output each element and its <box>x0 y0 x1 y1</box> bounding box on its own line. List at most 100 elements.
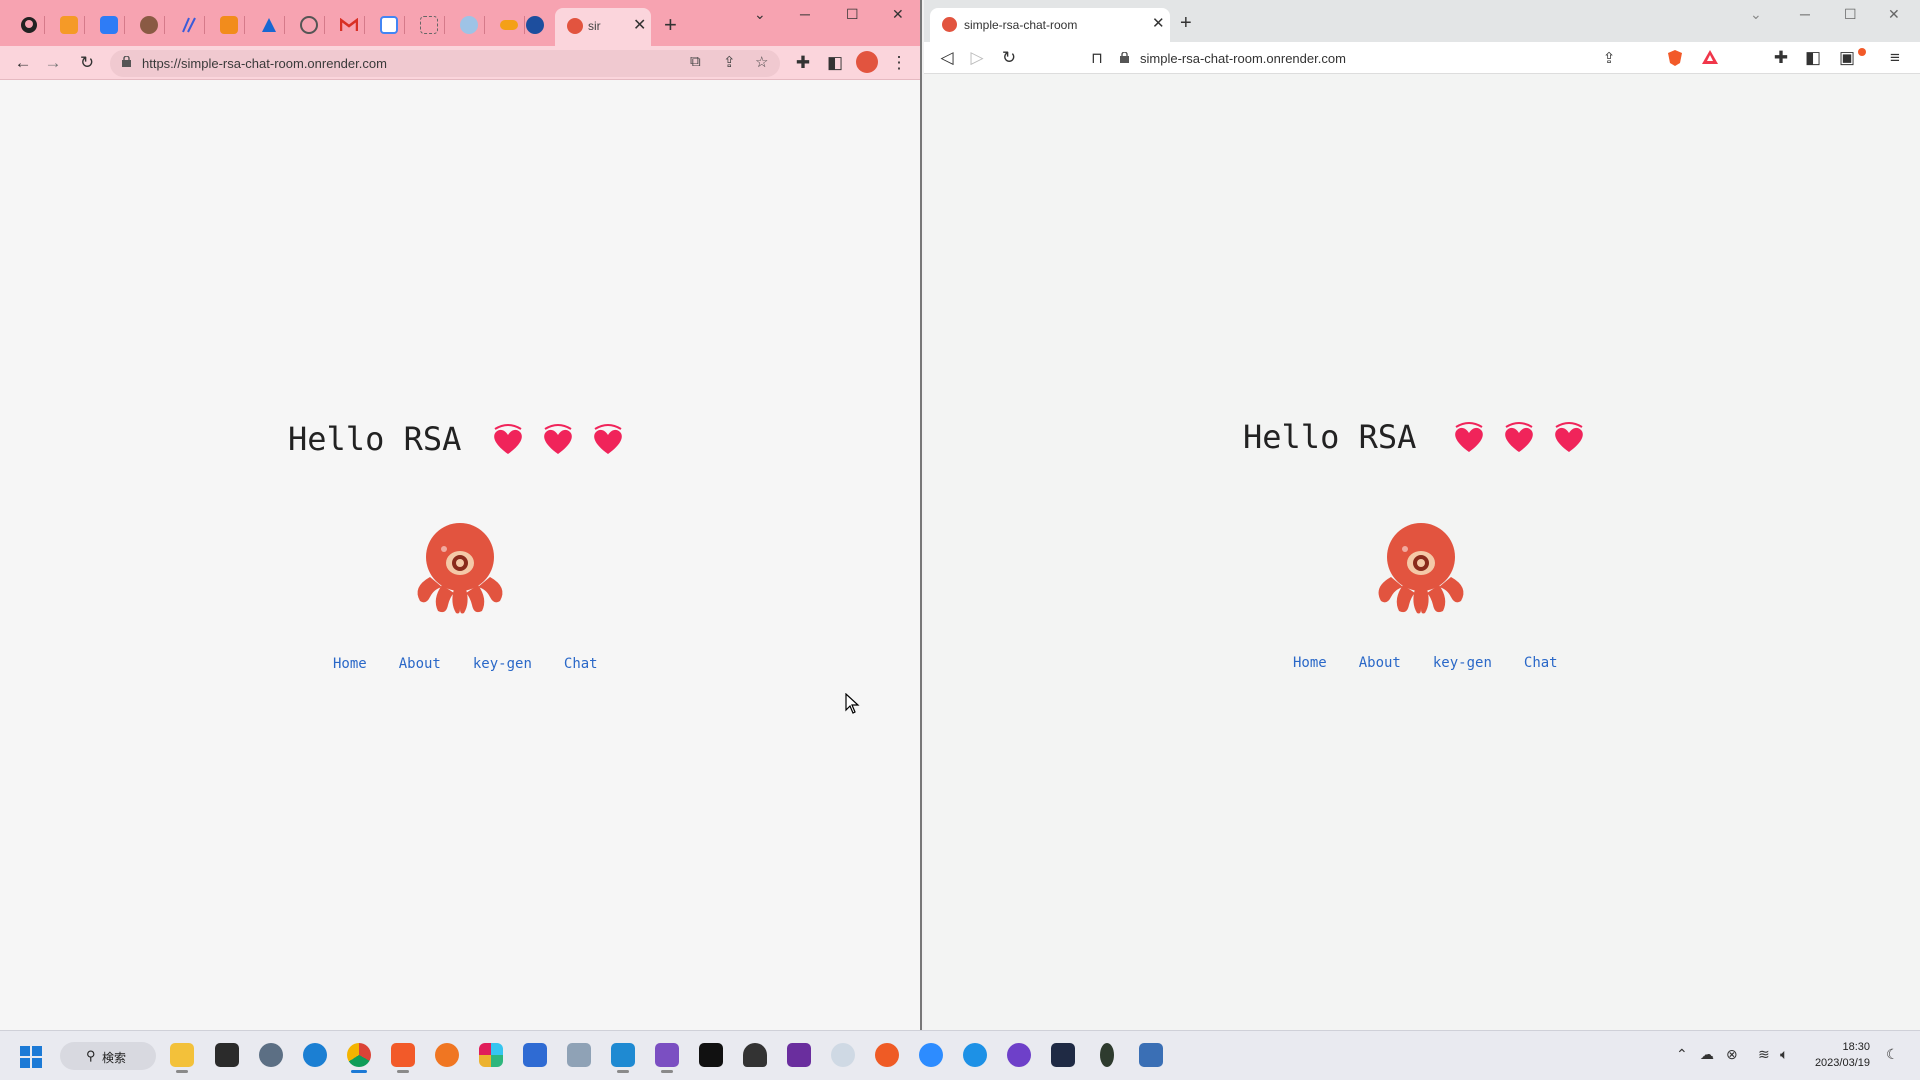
maximize-icon[interactable]: ☐ <box>1844 6 1857 23</box>
octopus-favicon <box>567 18 583 34</box>
onedrive-icon[interactable]: ☁ <box>1700 1046 1714 1063</box>
left-tab-title: sir <box>588 19 601 33</box>
notification-dot <box>1858 48 1866 56</box>
extensions-icon[interactable]: ✚ <box>1770 47 1792 69</box>
notepad-icon[interactable] <box>520 1040 550 1070</box>
share-icon[interactable]: ⇪ <box>723 53 736 71</box>
side-panel-icon[interactable]: ◧ <box>1802 47 1824 69</box>
settings-gear-icon[interactable] <box>256 1040 286 1070</box>
dark-app-icon[interactable] <box>1048 1040 1078 1070</box>
brave-rewards-icon[interactable] <box>1701 49 1719 65</box>
side-panel-icon[interactable]: ◧ <box>824 52 846 74</box>
maximize-icon[interactable]: ☐ <box>846 6 859 23</box>
right-url-text: simple-rsa-chat-room.onrender.com <box>1140 51 1346 66</box>
close-tab-icon[interactable]: ✕ <box>1152 14 1165 32</box>
grid-app-icon[interactable] <box>1136 1040 1166 1070</box>
new-tab-icon[interactable]: + <box>1180 12 1192 34</box>
file-explorer-icon[interactable] <box>167 1040 197 1073</box>
postman-icon[interactable] <box>872 1040 902 1070</box>
nav-home-link[interactable]: Home <box>333 656 367 672</box>
visual-studio-icon[interactable] <box>652 1040 682 1073</box>
forward-icon[interactable]: ▷ <box>966 47 988 69</box>
nav-keygen-link[interactable]: key-gen <box>473 656 532 672</box>
clock[interactable]: 18:30 2023/03/19 <box>1812 1039 1870 1071</box>
clock-app-icon[interactable] <box>454 10 484 40</box>
right-tab-title: simple-rsa-chat-room <box>964 18 1078 32</box>
nav-about-link[interactable]: About <box>399 656 441 672</box>
reload-icon[interactable]: ↻ <box>998 47 1020 69</box>
cloud-app-icon[interactable] <box>520 10 550 40</box>
brave-icon[interactable] <box>388 1040 418 1073</box>
bookmark-star-icon[interactable]: ☆ <box>755 53 768 71</box>
translate-icon[interactable]: ⧉ <box>690 53 701 70</box>
back-icon[interactable]: ◁ <box>936 47 958 69</box>
right-active-tab[interactable]: simple-rsa-chat-room ✕ <box>930 8 1170 42</box>
page-title: Hello RSA <box>1243 418 1417 456</box>
menu-icon[interactable]: ⋮ <box>888 52 910 74</box>
gitlab-icon[interactable] <box>54 10 84 40</box>
inkscape-icon[interactable] <box>740 1040 770 1070</box>
box-icon[interactable] <box>214 10 244 40</box>
chatgpt-icon[interactable] <box>294 10 324 40</box>
edge-icon[interactable] <box>300 1040 330 1070</box>
extensions-icon[interactable]: ✚ <box>792 52 814 74</box>
start-windows-icon[interactable] <box>20 1046 42 1068</box>
wallet-icon[interactable]: ▣ <box>1836 47 1858 69</box>
close-window-icon[interactable]: ✕ <box>1888 6 1900 23</box>
volume-icon[interactable]: 🔈︎ <box>1780 1046 1788 1063</box>
minimize-icon[interactable]: ─ <box>1800 6 1810 22</box>
circle-app-icon[interactable] <box>134 10 164 40</box>
gmail-icon[interactable] <box>334 10 364 40</box>
firefox-icon[interactable] <box>432 1040 462 1070</box>
close-window-icon[interactable]: ✕ <box>892 6 904 23</box>
left-active-tab[interactable]: sir ✕ <box>555 8 651 46</box>
chrome-icon[interactable] <box>344 1040 374 1073</box>
tray-chevron-icon[interactable]: ⌃ <box>1676 1046 1688 1063</box>
jira-icon[interactable] <box>94 10 124 40</box>
heart-icon <box>594 424 622 454</box>
profile-avatar[interactable] <box>856 51 878 73</box>
purple-app-icon[interactable] <box>784 1040 814 1070</box>
slash-app-icon[interactable] <box>174 10 204 40</box>
tab-search-chevron-icon[interactable]: ⌄ <box>1750 6 1762 23</box>
nav-keygen-link[interactable]: key-gen <box>1433 655 1492 671</box>
photos-icon[interactable] <box>828 1040 858 1070</box>
terminal-icon[interactable] <box>212 1040 242 1070</box>
tab-blank-icon[interactable] <box>414 10 444 40</box>
close-tab-icon[interactable]: ✕ <box>633 15 646 35</box>
azure-icon[interactable] <box>254 10 284 40</box>
github-icon[interactable] <box>14 10 44 40</box>
docker-icon[interactable] <box>960 1040 990 1070</box>
calendar-icon[interactable] <box>374 10 404 40</box>
zoom-icon[interactable] <box>916 1040 946 1070</box>
nav-chat-link[interactable]: Chat <box>564 656 598 672</box>
nav-chat-link[interactable]: Chat <box>1524 655 1558 671</box>
forward-icon[interactable]: → <box>42 52 64 74</box>
wifi-icon[interactable]: ≋ <box>1758 1046 1770 1063</box>
focus-moon-icon[interactable]: ☾ <box>1886 1046 1899 1063</box>
desktop: sir ✕ + ⌄ ─ ☐ ✕ ← → ↻ https://simple-rsa… <box>0 0 1920 1080</box>
tab-search-chevron-icon[interactable]: ⌄ <box>754 6 766 23</box>
reload-icon[interactable]: ↻ <box>76 52 98 74</box>
bookmark-icon[interactable]: ⊓ <box>1086 47 1108 69</box>
vscode-icon[interactable] <box>608 1040 638 1073</box>
back-icon[interactable]: ← <box>12 52 34 74</box>
new-tab-icon[interactable]: + <box>664 14 677 36</box>
jetbrains-icon[interactable] <box>696 1040 726 1070</box>
tray-app-icon[interactable]: ⊗ <box>1726 1046 1738 1063</box>
page-title: Hello RSA <box>288 420 462 458</box>
brave-shields-icon[interactable] <box>1667 49 1683 67</box>
mongodb-icon[interactable] <box>1092 1040 1122 1070</box>
remote-desktop-icon[interactable] <box>564 1040 594 1070</box>
right-address-bar[interactable]: simple-rsa-chat-room.onrender.com ⇪ <box>1120 44 1646 72</box>
minimize-icon[interactable]: ─ <box>800 6 810 22</box>
taskbar-search[interactable]: ⚲ 検索 <box>60 1042 156 1070</box>
nav-about-link[interactable]: About <box>1359 655 1401 671</box>
menu-icon[interactable]: ≡ <box>1884 47 1906 69</box>
share-icon[interactable]: ⇪ <box>1598 47 1620 69</box>
github-desktop-icon[interactable] <box>1004 1040 1034 1070</box>
slack-icon[interactable] <box>476 1040 506 1070</box>
nav-home-link[interactable]: Home <box>1293 655 1327 671</box>
hearts <box>490 422 626 456</box>
left-address-bar[interactable]: https://simple-rsa-chat-room.onrender.co… <box>110 50 780 77</box>
